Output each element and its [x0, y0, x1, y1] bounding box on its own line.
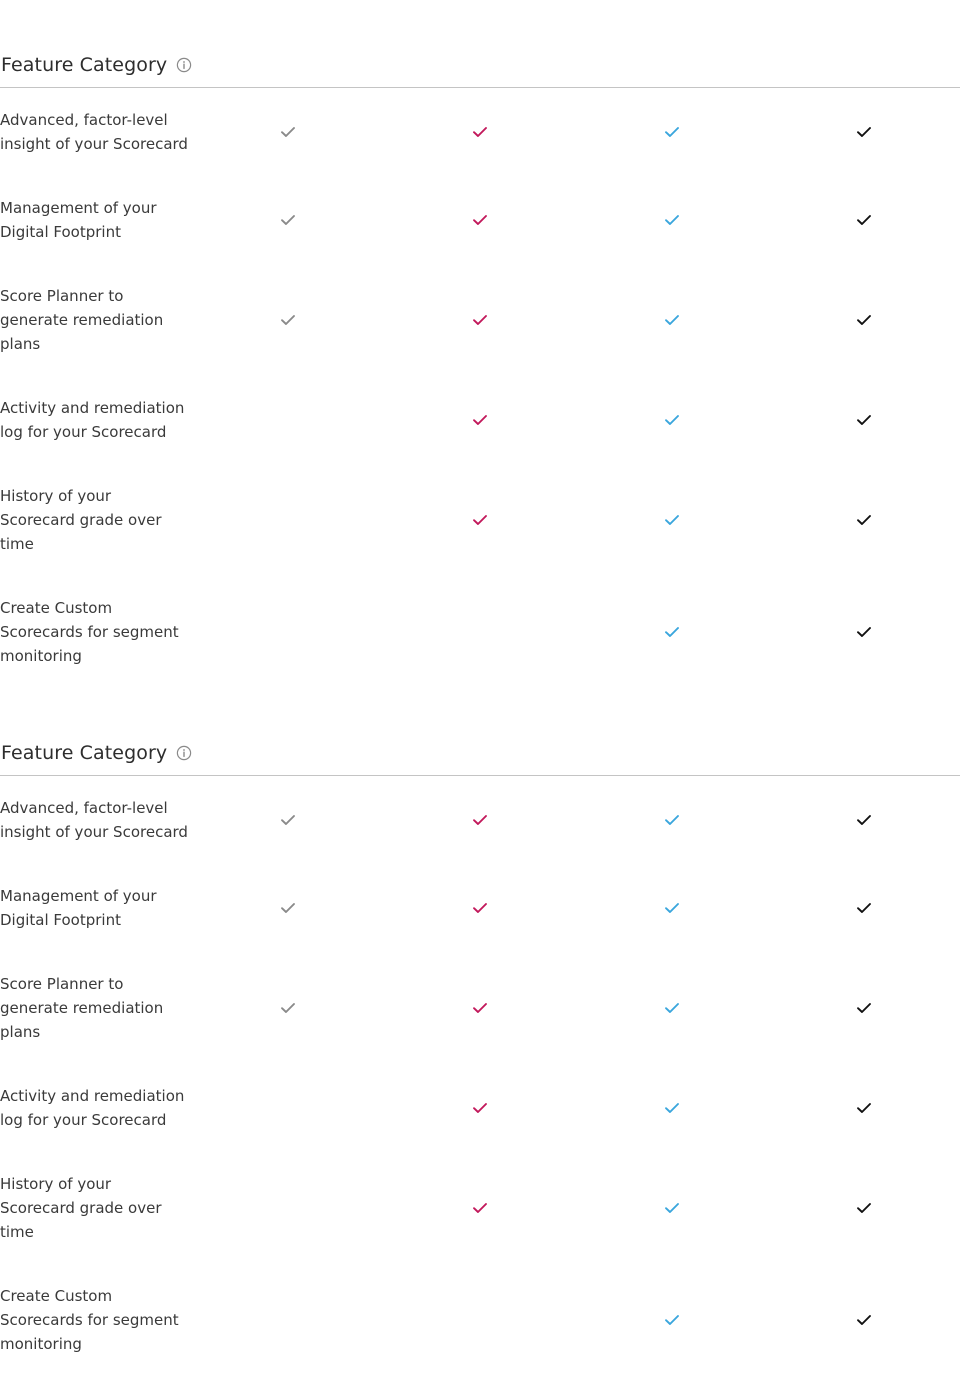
check-icon-tier-4 [856, 214, 872, 226]
feature-label: Activity and remediation log for your Sc… [0, 1087, 185, 1129]
check-icon-tier-3 [664, 414, 680, 426]
feature-label: Management of your Digital Footprint [0, 199, 157, 241]
check-icon-tier-3 [664, 902, 680, 914]
check-icon-tier-2 [472, 1202, 488, 1214]
check-icon-tier-4 [856, 814, 872, 826]
section-header: Feature Category [0, 730, 960, 776]
check-icon-tier-2 [472, 126, 488, 138]
check-icon-tier-4 [856, 1002, 872, 1014]
check-icon-tier-3 [664, 1202, 680, 1214]
check-icon-tier-4 [856, 126, 872, 138]
check-icon-tier-1 [280, 902, 296, 914]
feature-row: Score Planner to generate remediation pl… [0, 284, 960, 356]
feature-label: Advanced, factor-level insight of your S… [0, 799, 188, 841]
feature-row: Activity and remediation log for your Sc… [0, 1084, 960, 1132]
feature-label: History of your Scorecard grade over tim… [0, 487, 162, 553]
check-icon-tier-4 [856, 626, 872, 638]
check-icon-tier-3 [664, 1314, 680, 1326]
feature-row: Score Planner to generate remediation pl… [0, 972, 960, 1044]
feature-label: Create Custom Scorecards for segment mon… [0, 1287, 179, 1353]
feature-row: History of your Scorecard grade over tim… [0, 484, 960, 556]
check-icon-tier-2 [472, 314, 488, 326]
check-icon-tier-3 [664, 514, 680, 526]
feature-label: Score Planner to generate remediation pl… [0, 287, 164, 353]
feature-section: Feature Category Advanced, factor-level i… [0, 688, 960, 1376]
info-circle-icon[interactable] [176, 57, 192, 73]
feature-label: Activity and remediation log for your Sc… [0, 399, 185, 441]
check-icon-tier-3 [664, 814, 680, 826]
section-title: Feature Category [1, 742, 168, 764]
check-icon-tier-4 [856, 514, 872, 526]
check-icon-tier-3 [664, 1002, 680, 1014]
check-icon-tier-4 [856, 902, 872, 914]
feature-row: Advanced, factor-level insight of your S… [0, 108, 960, 156]
feature-section: Feature Category Advanced, factor-level i… [0, 0, 960, 688]
feature-comparison-table: Feature Category Advanced, factor-level i… [0, 0, 960, 1376]
info-circle-icon[interactable] [176, 745, 192, 761]
check-icon-tier-1 [280, 126, 296, 138]
feature-row: Create Custom Scorecards for segment mon… [0, 596, 960, 668]
check-icon-tier-3 [664, 214, 680, 226]
check-icon-tier-4 [856, 1314, 872, 1326]
section-header: Feature Category [0, 42, 960, 88]
feature-row: History of your Scorecard grade over tim… [0, 1172, 960, 1244]
check-icon-tier-4 [856, 1102, 872, 1114]
feature-row: Management of your Digital Footprint [0, 884, 960, 932]
check-icon-tier-4 [856, 414, 872, 426]
feature-row: Management of your Digital Footprint [0, 196, 960, 244]
feature-label: Advanced, factor-level insight of your S… [0, 111, 188, 153]
feature-label: Management of your Digital Footprint [0, 887, 157, 929]
check-icon-tier-3 [664, 126, 680, 138]
check-icon-tier-2 [472, 1102, 488, 1114]
feature-row: Advanced, factor-level insight of your S… [0, 796, 960, 844]
feature-row: Create Custom Scorecards for segment mon… [0, 1284, 960, 1356]
check-icon-tier-1 [280, 814, 296, 826]
check-icon-tier-4 [856, 314, 872, 326]
feature-label: Score Planner to generate remediation pl… [0, 975, 164, 1041]
check-icon-tier-2 [472, 414, 488, 426]
feature-label: Create Custom Scorecards for segment mon… [0, 599, 179, 665]
check-icon-tier-2 [472, 214, 488, 226]
check-icon-tier-3 [664, 626, 680, 638]
check-icon-tier-2 [472, 1002, 488, 1014]
check-icon-tier-2 [472, 814, 488, 826]
feature-label: History of your Scorecard grade over tim… [0, 1175, 162, 1241]
check-icon-tier-1 [280, 1002, 296, 1014]
check-icon-tier-1 [280, 314, 296, 326]
check-icon-tier-4 [856, 1202, 872, 1214]
check-icon-tier-2 [472, 902, 488, 914]
section-title: Feature Category [1, 54, 168, 76]
check-icon-tier-1 [280, 214, 296, 226]
check-icon-tier-2 [472, 514, 488, 526]
feature-row: Activity and remediation log for your Sc… [0, 396, 960, 444]
check-icon-tier-3 [664, 314, 680, 326]
check-icon-tier-3 [664, 1102, 680, 1114]
